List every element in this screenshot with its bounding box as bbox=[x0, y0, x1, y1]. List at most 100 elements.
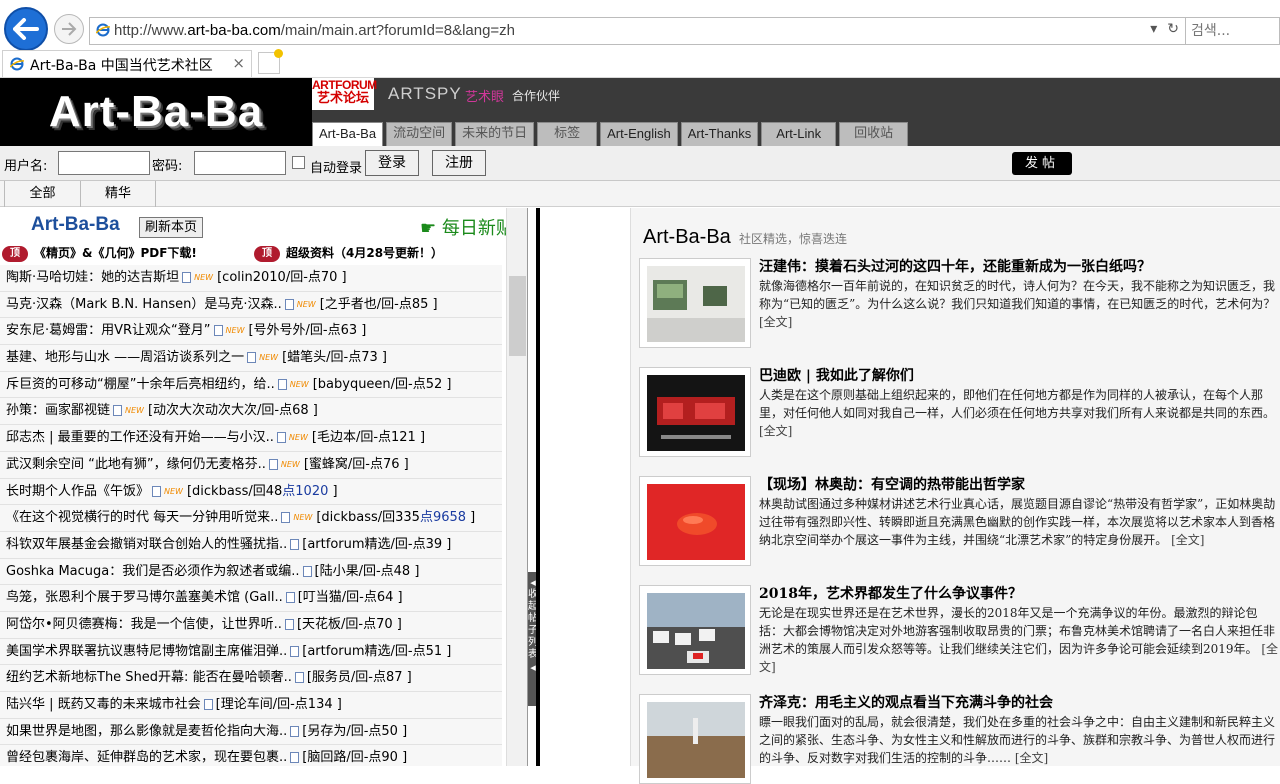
article-summary: 就像海德格尔一百年前说的，在知识贫乏的时代，诗人何为？在今天，我不能称之为知识匮… bbox=[759, 279, 1276, 329]
read-more-link[interactable]: [全文] bbox=[759, 315, 792, 329]
document-icon bbox=[268, 458, 278, 470]
post-list: 陶斯·马哈切娃：她的达吉斯坦 NEW [colin2010/回-点70 ] 马克·汉… bbox=[0, 265, 502, 766]
url-text: http://www.art-ba-ba.com/main/main.art?f… bbox=[114, 22, 516, 39]
list-item[interactable]: 基建、地形与山水 ——周滔访谈系列之一 NEW [蜡笔头/回-点73 ] bbox=[0, 345, 502, 372]
search-input[interactable] bbox=[1186, 18, 1276, 44]
document-icon bbox=[213, 325, 223, 337]
article-summary: 人类是在这个原则基础上组织起来的，即他们在任何地方都是作为同样的人被承认，在每个… bbox=[759, 388, 1276, 438]
list-item[interactable]: 马克·汉森（Mark B.N. Hansen）是马克·汉森.. NEW [之乎者也/… bbox=[0, 291, 502, 319]
post-list-scrollbar[interactable] bbox=[506, 208, 527, 766]
search-box[interactable] bbox=[1186, 17, 1280, 45]
list-item[interactable]: 阿岱尔•阿贝德赛梅：我是一个信使，让世界听.. [天花板/回-点70 ] bbox=[0, 611, 502, 639]
document-icon bbox=[290, 645, 300, 657]
document-icon bbox=[290, 752, 300, 764]
list-item[interactable]: 美国学术界联署抗议惠特尼博物馆副主席催泪弹.. [artforum精选/回-点51… bbox=[0, 638, 502, 666]
document-icon bbox=[182, 272, 192, 283]
new-badge: NEW bbox=[225, 326, 245, 336]
arrow-left-icon bbox=[13, 18, 39, 40]
list-item[interactable]: 鸟笼，张恩利个展于罗马博尔盖塞美术馆 (Gall.. [叮当猫/回-点64 ] bbox=[0, 585, 502, 612]
article-thumbnail[interactable] bbox=[639, 476, 751, 566]
featured-header: Art-Ba-Ba 社区精选，惊喜迭连 bbox=[643, 226, 847, 249]
tab-art-thanks[interactable]: Art-Thanks bbox=[680, 122, 759, 146]
article-title[interactable]: 齐泽克：用毛主义的观点看当下充满斗争的社会 bbox=[759, 692, 1053, 712]
desert-image bbox=[647, 702, 745, 778]
new-tab-button[interactable] bbox=[258, 49, 283, 74]
article-thumbnail[interactable] bbox=[639, 694, 751, 784]
pin-badge: 顶 bbox=[254, 245, 280, 262]
list-item[interactable]: 如果世界是地图，那么影像就是麦哲伦指向大海.. [另存为/回-点50 ] bbox=[0, 718, 502, 746]
article-thumbnail[interactable] bbox=[639, 258, 751, 348]
tab-art-english[interactable]: Art-English bbox=[600, 122, 678, 146]
refresh-button[interactable]: 刷新本页 bbox=[139, 217, 203, 238]
tab-flow-space[interactable]: 流动空间 bbox=[386, 122, 453, 146]
daily-new-posts[interactable]: ☛ 每日新贴 bbox=[420, 214, 514, 240]
browser-chrome: http://www.art-ba-ba.com/main/main.art?f… bbox=[0, 0, 1280, 78]
new-badge: NEW bbox=[125, 406, 144, 416]
protest-image bbox=[647, 593, 745, 669]
post-list-pane: Art-Ba-Ba 刷新本页 ☛ 每日新贴 顶《精页》&《几何》PDF下载! 顶… bbox=[0, 208, 528, 766]
pinned-post-1[interactable]: 顶《精页》&《几何》PDF下载! bbox=[2, 244, 197, 262]
artforum-logo[interactable]: ARTFORUM 艺术论坛 bbox=[312, 78, 377, 110]
forum-logo[interactable]: Art-Ba-Ba bbox=[31, 214, 120, 236]
remember-checkbox[interactable] bbox=[292, 156, 305, 169]
article-title[interactable]: 【现场】林奥劼：有空调的热带能出哲学家 bbox=[759, 474, 1025, 494]
new-badge: NEW bbox=[289, 379, 309, 389]
article-title[interactable]: 汪建伟：摸着石头过河的这四十年，还能重新成为一张白纸吗？ bbox=[759, 256, 1151, 276]
refresh-icon[interactable]: ↻ bbox=[1167, 21, 1179, 37]
article-title[interactable]: 巴迪欧 | 我如此了解你们 bbox=[759, 365, 914, 385]
featured-subtitle: 社区精选，惊喜迭连 bbox=[738, 232, 847, 246]
password-input[interactable] bbox=[194, 151, 286, 175]
username-input[interactable] bbox=[58, 151, 150, 175]
filter-featured[interactable]: 精华 bbox=[80, 181, 156, 207]
new-badge: NEW bbox=[288, 433, 308, 443]
scrollbar-thumb[interactable] bbox=[509, 276, 526, 356]
read-more-link[interactable]: [全文] bbox=[759, 424, 792, 438]
register-button[interactable]: 注册 bbox=[432, 150, 486, 176]
list-item[interactable]: 曾经包裹海岸、延伸群岛的艺术家，现在要包裹.. [脑回路/回-点90 ] bbox=[0, 745, 502, 766]
list-item[interactable]: 科钦双年展基金会撤销对联合创始人的性骚扰指.. [artforum精选/回-点39… bbox=[0, 531, 502, 559]
dropdown-icon[interactable]: ▾ bbox=[1150, 21, 1157, 37]
document-icon bbox=[284, 618, 294, 630]
site-logo[interactable]: Art-Ba-Ba bbox=[0, 78, 312, 146]
read-more-link[interactable]: [全文] bbox=[1015, 751, 1048, 765]
list-item[interactable]: 安东尼·葛姆雷：用VR让观众“登月” NEW [号外号外/回-点63 ] bbox=[0, 318, 502, 346]
login-button[interactable]: 登录 bbox=[365, 150, 419, 176]
list-item[interactable]: 《在这个视觉横行的时代 每天一分钟用听觉来.. NEW [dickbass/回335… bbox=[0, 505, 502, 532]
artspy-logo[interactable]: ARTSPY bbox=[388, 84, 462, 104]
article-thumbnail[interactable] bbox=[639, 367, 751, 457]
post-button[interactable]: 发帖 bbox=[1012, 152, 1072, 175]
address-bar[interactable]: http://www.art-ba-ba.com/main/main.art?f… bbox=[89, 17, 1186, 45]
pinned-post-2[interactable]: 顶超级资料（4月28号更新！） bbox=[254, 244, 443, 262]
remember-label: 自动登录 bbox=[310, 161, 363, 176]
list-item[interactable]: 纽约艺术新地标The Shed开幕: 能否在曼哈顿奢.. [服务员/回-点87 ] bbox=[0, 665, 502, 692]
back-button[interactable] bbox=[4, 7, 48, 51]
browser-tab[interactable]: Art-Ba-Ba 中国当代艺术社区 × bbox=[2, 50, 252, 77]
tab-future-festival[interactable]: 未来的节日 bbox=[455, 122, 535, 146]
document-icon bbox=[302, 565, 312, 577]
new-badge: NEW bbox=[164, 486, 183, 496]
article-title[interactable]: 2018年，艺术界都发生了什么争议事件？ bbox=[759, 583, 1022, 603]
list-item[interactable]: 斥巨资的可移动“棚屋”十余年后亮相纽约，给.. NEW [babyqueen/回-点… bbox=[0, 371, 502, 399]
tab-recycle-bin[interactable]: 回收站 bbox=[839, 122, 909, 146]
document-icon bbox=[284, 298, 294, 310]
filter-all[interactable]: 全部 bbox=[4, 181, 80, 207]
list-item[interactable]: 武汉剩余空间 “此地有狮”，缘何仍无麦格芬.. NEW [蜜蜂窝/回-点76 ] bbox=[0, 451, 502, 479]
list-item[interactable]: 陶斯·马哈切娃：她的达吉斯坦 NEW [colin2010/回-点70 ] bbox=[0, 265, 502, 292]
list-item[interactable]: 孙策：画家鄙视链 NEW [动次大次动次大次/回-点68 ] bbox=[0, 398, 502, 426]
tab-tags[interactable]: 标签 bbox=[537, 122, 598, 146]
arrow-right-icon bbox=[62, 22, 77, 36]
list-item[interactable]: 邱志杰 | 最重要的工作还没有开始——与小汉.. NEW [毛边本/回-点121 ] bbox=[0, 425, 502, 452]
document-icon bbox=[247, 352, 257, 364]
close-icon[interactable]: × bbox=[232, 54, 245, 72]
ie-page-icon bbox=[96, 23, 110, 37]
article-thumbnail[interactable] bbox=[639, 585, 751, 675]
document-icon bbox=[203, 699, 213, 710]
list-item[interactable]: 长时期个人作品《午饭》 NEW [dickbass/回48点1020 ] bbox=[0, 478, 502, 506]
read-more-link[interactable]: [全文] bbox=[1171, 533, 1204, 547]
tab-art-ba-ba[interactable]: Art-Ba-Ba bbox=[312, 122, 384, 146]
list-item[interactable]: 陆兴华 | 既药又毒的未来城市社会 [理论车间/回-点134 ] bbox=[0, 692, 502, 719]
tab-art-link[interactable]: Art-Link bbox=[761, 122, 837, 146]
forward-button[interactable] bbox=[54, 14, 84, 44]
list-item[interactable]: Goshka Macuga：我们是否必须作为叙述者或编.. [陆小果/回-点48 … bbox=[0, 558, 502, 586]
ie-tab-icon bbox=[10, 57, 24, 71]
